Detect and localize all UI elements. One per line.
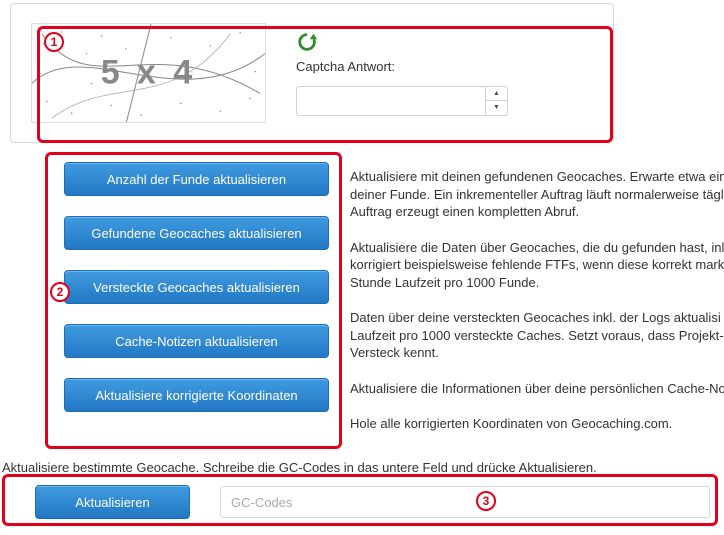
desc-cache-notes: Aktualisiere die Informationen über dein…	[350, 380, 724, 398]
desc-found-geocaches: Aktualisiere die Daten über Geocaches, d…	[350, 239, 724, 292]
gc-update-button[interactable]: Aktualisieren	[35, 485, 190, 519]
desc-hidden-geocaches: Daten über deine versteckten Geocaches i…	[350, 309, 724, 362]
annotation-3: 3	[476, 491, 496, 511]
spinner-up-icon[interactable]: ▲	[486, 87, 507, 102]
captcha-label: Captcha Antwort:	[296, 59, 593, 74]
update-found-geocaches-button[interactable]: Gefundene Geocaches aktualisieren	[64, 216, 329, 250]
update-cache-notes-button[interactable]: Cache-Notizen aktualisieren	[64, 324, 329, 358]
captcha-challenge-text: 5 x 4	[101, 54, 197, 93]
refresh-icon[interactable]	[296, 31, 318, 53]
captcha-spinner[interactable]: ▲ ▼	[486, 86, 508, 116]
captcha-panel: 5 x 4 Captcha Antwort: ▲ ▼	[10, 3, 614, 143]
gc-codes-intro: Aktualisiere bestimmte Geocache. Schreib…	[2, 460, 597, 475]
update-buttons-column: Anzahl der Funde aktualisieren Gefundene…	[64, 162, 329, 412]
captcha-input[interactable]	[296, 86, 486, 116]
annotation-2: 2	[50, 282, 70, 302]
spinner-down-icon[interactable]: ▼	[486, 101, 507, 115]
annotation-1: 1	[44, 32, 64, 52]
captcha-image: 5 x 4	[31, 23, 266, 123]
update-corrected-coords-button[interactable]: Aktualisiere korrigierte Koordinaten	[64, 378, 329, 412]
update-hidden-geocaches-button[interactable]: Versteckte Geocaches aktualisieren	[64, 270, 329, 304]
desc-find-count: Aktualisiere mit deinen gefundenen Geoca…	[350, 168, 724, 221]
gc-codes-input[interactable]	[220, 486, 710, 518]
desc-corrected-coords: Hole alle korrigierten Koordinaten von G…	[350, 415, 724, 433]
update-find-count-button[interactable]: Anzahl der Funde aktualisieren	[64, 162, 329, 196]
descriptions-column: Aktualisiere mit deinen gefundenen Geoca…	[350, 168, 724, 433]
